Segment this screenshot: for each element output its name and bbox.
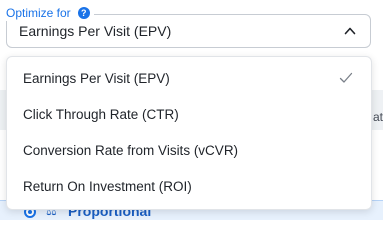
field-label: Optimize for <box>6 6 71 20</box>
option-ctr[interactable]: Click Through Rate (CTR) <box>7 96 371 132</box>
option-label: Click Through Rate (CTR) <box>23 106 179 122</box>
option-label: Return On Investment (ROI) <box>23 178 192 194</box>
option-roi[interactable]: Return On Investment (ROI) <box>7 168 371 204</box>
optimize-for-dropdown-menu: Earnings Per Visit (EPV) Click Through R… <box>6 56 372 210</box>
check-icon <box>339 72 353 83</box>
option-epv[interactable]: Earnings Per Visit (EPV) <box>7 60 371 96</box>
background-partial-text: at <box>372 110 383 124</box>
option-label: Earnings Per Visit (EPV) <box>23 70 170 86</box>
chevron-up-icon[interactable] <box>344 25 356 37</box>
optimize-for-screen: at ⚖ Proportional Earnings Per Visit (EP… <box>0 0 383 220</box>
option-vcvr[interactable]: Conversion Rate from Visits (vCVR) <box>7 132 371 168</box>
option-label: Conversion Rate from Visits (vCVR) <box>23 142 239 158</box>
question-circle-icon[interactable]: ? <box>77 7 90 19</box>
field-label-row: Optimize for ? <box>2 5 94 21</box>
selected-value: Earnings Per Visit (EPV) <box>19 23 172 39</box>
